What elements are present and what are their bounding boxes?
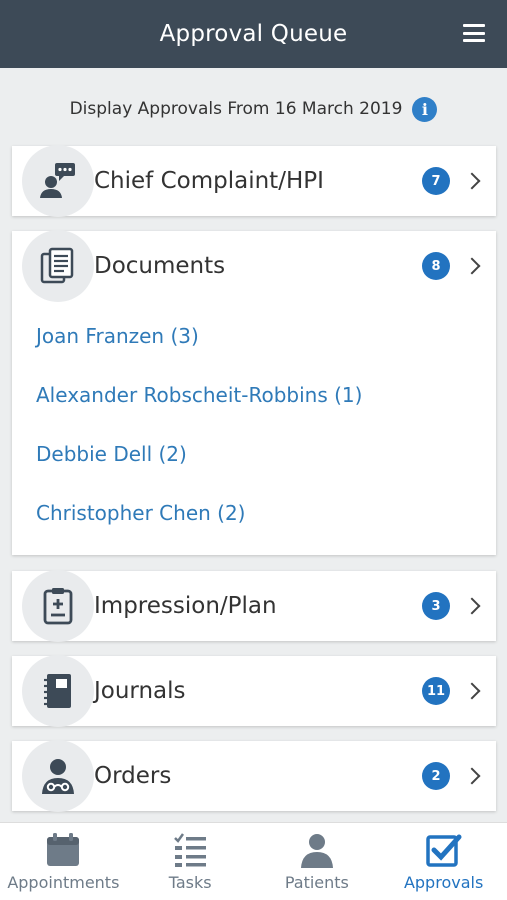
hamburger-menu-icon[interactable] xyxy=(463,24,485,42)
doctor-icon xyxy=(22,740,94,812)
section-label: Orders xyxy=(94,763,172,789)
chevron-right-icon xyxy=(463,767,481,785)
clipboard-plus-icon xyxy=(22,570,94,642)
checklist-icon xyxy=(174,833,207,867)
tab-tasks[interactable]: Tasks xyxy=(127,823,254,900)
count-badge: 8 xyxy=(422,252,450,280)
documents-icon xyxy=(22,230,94,302)
date-filter: Display Approvals From 16 March 2019 i xyxy=(0,92,507,126)
chevron-right-icon xyxy=(463,682,481,700)
section-label: Documents xyxy=(94,253,226,279)
document-author-list: Joan Franzen (3) Alexander Robscheit-Rob… xyxy=(12,301,496,555)
section-label: Journals xyxy=(94,678,186,704)
chevron-right-icon xyxy=(463,597,481,615)
count-badge: 7 xyxy=(422,167,450,195)
count-badge: 2 xyxy=(422,762,450,790)
section-documents-header[interactable]: Documents 8 xyxy=(12,230,496,302)
count-badge: 3 xyxy=(422,592,450,620)
section-impression-plan[interactable]: Impression/Plan 3 xyxy=(12,570,496,642)
bottom-tab-bar: Appointments Tasks Patients Approvals xyxy=(0,822,507,900)
section-label: Impression/Plan xyxy=(94,593,277,619)
document-author-link[interactable]: Debbie Dell (2) xyxy=(36,437,496,496)
document-author-link[interactable]: Christopher Chen (2) xyxy=(36,496,496,555)
page-title: Approval Queue xyxy=(159,21,348,47)
chevron-right-icon xyxy=(463,172,481,190)
document-author-link[interactable]: Joan Franzen (3) xyxy=(36,319,496,378)
tab-patients[interactable]: Patients xyxy=(254,823,381,900)
document-author-link[interactable]: Alexander Robscheit-Robbins (1) xyxy=(36,378,496,437)
person-icon xyxy=(300,834,333,868)
tab-label: Tasks xyxy=(168,873,212,892)
journal-icon xyxy=(22,655,94,727)
tab-approvals[interactable]: Approvals xyxy=(380,823,507,900)
section-label: Chief Complaint/HPI xyxy=(94,168,324,194)
filter-text: Display Approvals From 16 March 2019 xyxy=(69,99,403,119)
app-header: Approval Queue xyxy=(0,0,507,68)
calendar-icon xyxy=(47,833,80,866)
chat-person-icon xyxy=(22,145,94,217)
section-orders[interactable]: Orders 2 xyxy=(12,740,496,812)
section-journals[interactable]: Journals 11 xyxy=(12,655,496,727)
chevron-right-icon xyxy=(463,257,481,275)
section-chief-complaint[interactable]: Chief Complaint/HPI 7 xyxy=(12,145,496,217)
info-icon[interactable]: i xyxy=(412,96,438,122)
count-badge: 11 xyxy=(422,677,450,705)
tab-label: Approvals xyxy=(403,873,484,892)
tab-appointments[interactable]: Appointments xyxy=(0,823,127,900)
tab-label: Appointments xyxy=(7,873,120,892)
section-documents: Documents 8 Joan Franzen (3) Alexander R… xyxy=(12,230,496,555)
checkbox-icon xyxy=(425,834,462,867)
tab-label: Patients xyxy=(284,873,349,892)
